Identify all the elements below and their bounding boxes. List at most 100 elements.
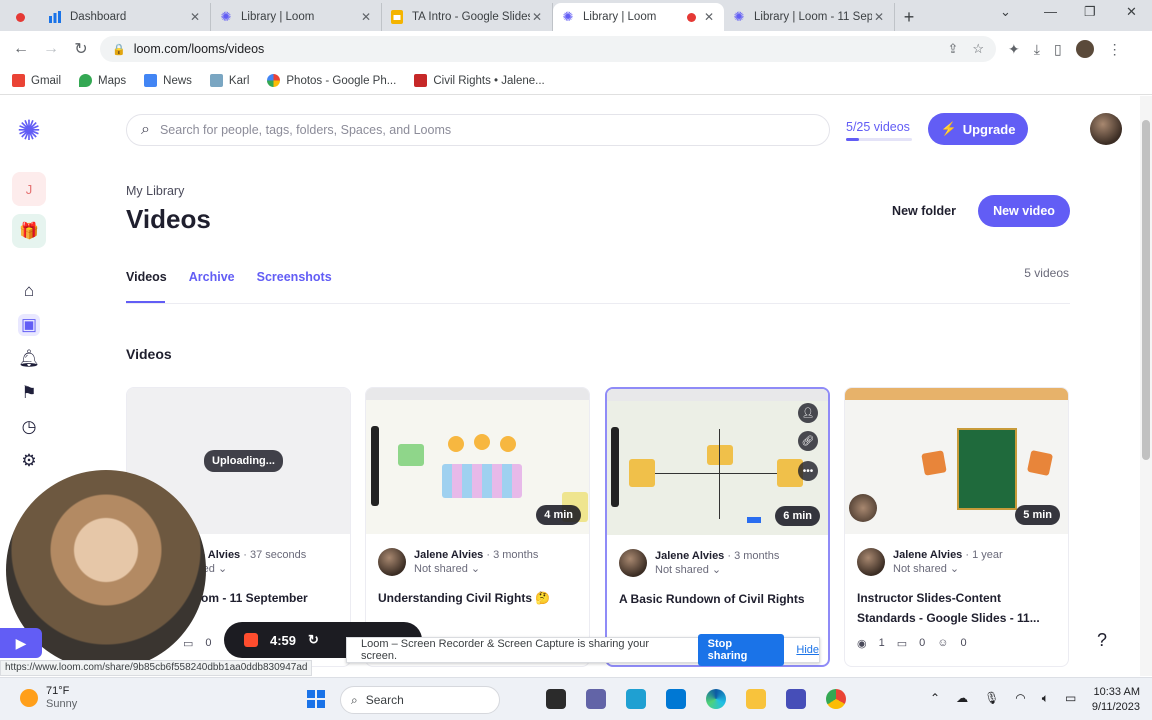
more-options-icon[interactable]: ••• xyxy=(798,461,818,481)
video-thumbnail[interactable]: 👤︎ 🔗︎ ••• 6 min xyxy=(607,389,828,535)
minimize-icon[interactable]: — xyxy=(1044,4,1057,19)
card-title[interactable]: A Basic Rundown of Civil Rights xyxy=(619,589,816,609)
bookmark-icon[interactable]: ⚑ xyxy=(18,382,40,404)
bell-icon[interactable]: 🔔︎ xyxy=(18,348,40,370)
author-avatar[interactable] xyxy=(619,549,647,577)
card-author[interactable]: Jalene Alvies xyxy=(893,549,962,561)
video-quota[interactable]: 5/25 videos xyxy=(846,120,910,134)
close-tab-icon[interactable]: ✕ xyxy=(530,10,544,24)
bookmark-news[interactable]: News xyxy=(144,74,192,87)
bookmark-gmail[interactable]: Gmail xyxy=(12,74,61,87)
reload-icon[interactable]: ↻ xyxy=(66,39,96,59)
video-thumbnail[interactable]: 4 min xyxy=(366,388,589,534)
stop-recording-icon[interactable] xyxy=(244,633,258,647)
bookmark-star-icon[interactable]: ☆ xyxy=(972,41,984,57)
camera-icon[interactable]: ▶︎ xyxy=(0,628,42,658)
stop-sharing-button[interactable]: Stop sharing xyxy=(697,634,785,666)
new-tab-button[interactable]: + xyxy=(895,3,923,31)
volume-icon[interactable]: 🔈︎ xyxy=(1042,691,1049,706)
outlook-icon[interactable] xyxy=(666,689,686,709)
copy-link-icon[interactable]: 🔗︎ xyxy=(798,431,818,451)
side-panel-icon[interactable]: ▯ xyxy=(1054,41,1062,58)
tab-archive[interactable]: Archive xyxy=(189,270,235,284)
teams-icon[interactable] xyxy=(586,689,606,709)
wifi-icon[interactable]: ◠ xyxy=(1015,691,1025,706)
restore-icon[interactable]: ❐ xyxy=(1084,4,1096,20)
tab-videos[interactable]: Videos xyxy=(126,270,167,284)
library-tabs: Videos Archive Screenshots xyxy=(126,270,332,284)
restart-icon[interactable]: ↻ xyxy=(308,632,319,648)
clock[interactable]: 10:33 AM 9/11/2023 xyxy=(1092,685,1140,715)
bookmark-photos[interactable]: Photos - Google Ph... xyxy=(267,74,396,87)
tab-screenshots[interactable]: Screenshots xyxy=(257,270,332,284)
share-status[interactable]: Not shared xyxy=(414,563,468,575)
chrome-icon[interactable] xyxy=(826,689,846,709)
download-icon[interactable]: ⤓ xyxy=(1034,41,1040,58)
battery-icon[interactable]: ▭ xyxy=(1065,691,1076,706)
settings-gear-icon[interactable]: ⚙ xyxy=(18,450,40,472)
profile-avatar[interactable] xyxy=(1075,40,1094,58)
home-icon[interactable]: ⌂ xyxy=(18,280,40,302)
card-author[interactable]: Jalene Alvies xyxy=(655,550,724,562)
bookmark-karl[interactable]: Karl xyxy=(209,74,249,87)
task-view-icon[interactable] xyxy=(546,689,566,709)
tab-dashboard[interactable]: Dashboard ✕ xyxy=(40,3,211,31)
forward-icon[interactable]: → xyxy=(36,40,66,58)
file-explorer-icon[interactable] xyxy=(746,689,766,709)
user-avatar[interactable] xyxy=(1090,113,1122,145)
new-video-button[interactable]: New video xyxy=(978,195,1070,227)
close-tab-icon[interactable]: ✕ xyxy=(359,10,373,24)
loom-logo-icon[interactable]: ✺ xyxy=(14,116,44,146)
cloud-icon[interactable]: ☁ xyxy=(956,691,968,706)
card-title[interactable]: om - 11 September xyxy=(201,588,338,608)
windows-start-icon[interactable] xyxy=(306,689,326,709)
card-title[interactable]: Understanding Civil Rights 🤔 xyxy=(378,588,577,608)
close-tab-icon[interactable]: ✕ xyxy=(188,10,202,24)
share-status[interactable]: Not shared xyxy=(893,563,947,575)
close-tab-icon[interactable]: ✕ xyxy=(872,10,886,24)
extensions-icon[interactable]: ✦ xyxy=(1008,41,1020,58)
search-icon: ⌕ xyxy=(351,692,358,707)
tab-loom-september[interactable]: ✺ Library | Loom - 11 Sept ✕ xyxy=(724,3,895,31)
card-title[interactable]: Instructor Slides-Content Standards - Go… xyxy=(857,588,1056,628)
bookmark-civil-rights[interactable]: Civil Rights • Jalene... xyxy=(414,74,545,87)
library-icon[interactable]: ▣ xyxy=(18,314,40,336)
author-avatar[interactable] xyxy=(378,548,406,576)
author-avatar[interactable] xyxy=(857,548,885,576)
card-author[interactable]: Jalene Alvies xyxy=(414,549,483,561)
comment-icon: ▭ xyxy=(896,638,908,650)
share-status[interactable]: Not shared xyxy=(655,564,709,576)
microphone-icon[interactable]: 🎙︎ xyxy=(984,691,999,706)
close-window-icon[interactable]: ✕ xyxy=(1126,4,1137,20)
share-icon[interactable]: ⇪ xyxy=(947,41,958,57)
back-icon[interactable]: ← xyxy=(6,40,36,58)
gift-icon[interactable]: 🎁 xyxy=(12,214,46,248)
weather-widget[interactable]: 71°F Sunny xyxy=(20,685,77,711)
edge-icon[interactable] xyxy=(706,689,726,709)
workspace-avatar[interactable]: J xyxy=(12,172,46,206)
tab-google-slides[interactable]: TA Intro - Google Slides ✕ xyxy=(382,3,553,31)
menu-icon[interactable]: ⋮ xyxy=(1108,41,1122,58)
tab-search-icon[interactable]: ⌄ xyxy=(1000,4,1011,20)
taskbar-search[interactable]: ⌕ Search xyxy=(340,686,500,714)
tab-loom-library-active[interactable]: ✺ Library | Loom ✕ xyxy=(553,3,724,31)
chevron-up-icon[interactable]: ⌃ xyxy=(930,691,940,706)
help-icon[interactable]: ? xyxy=(1090,628,1114,652)
tab-loom-library[interactable]: ✺ Library | Loom ✕ xyxy=(211,3,382,31)
address-bar[interactable]: 🔒 loom.com/looms/videos ⇪ ☆ xyxy=(100,36,996,62)
share-people-icon[interactable]: 👤︎ xyxy=(798,403,818,423)
learning-app-icon[interactable] xyxy=(626,689,646,709)
bookmark-maps[interactable]: Maps xyxy=(79,74,126,87)
video-card[interactable]: 👤︎ 🔗︎ ••• 6 min Jalene Alvies · 3 months… xyxy=(605,387,830,667)
hide-button[interactable]: Hide xyxy=(796,644,819,656)
search-input[interactable]: ⌕ Search for people, tags, folders, Spac… xyxy=(126,114,830,146)
video-thumbnail[interactable]: 5 min xyxy=(845,388,1068,534)
close-tab-icon[interactable]: ✕ xyxy=(702,10,716,24)
breadcrumb[interactable]: My Library xyxy=(126,184,184,198)
clock-icon[interactable]: ◷ xyxy=(18,416,40,438)
new-folder-button[interactable]: New folder xyxy=(878,195,970,227)
video-card[interactable]: 5 min Jalene Alvies · 1 year Not shared ⌄… xyxy=(844,387,1069,667)
scrollbar-thumb[interactable] xyxy=(1142,120,1150,460)
teams-work-icon[interactable] xyxy=(786,689,806,709)
upgrade-button[interactable]: ⚡ Upgrade xyxy=(928,113,1028,145)
